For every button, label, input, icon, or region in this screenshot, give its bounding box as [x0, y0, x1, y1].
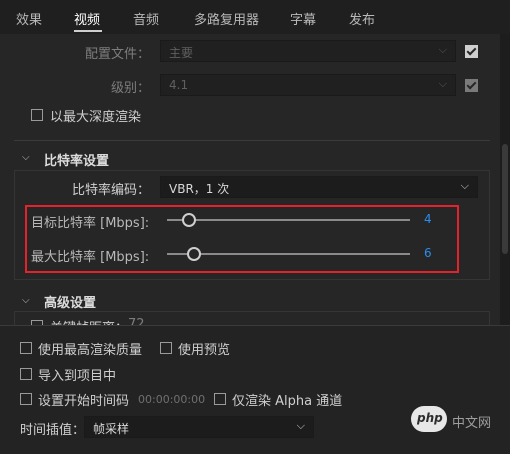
profile-label: 配置文件： [84, 47, 150, 62]
max-render-quality-checkbox[interactable] [20, 342, 32, 354]
tab-video[interactable]: 视频 [74, 9, 100, 28]
level-value: 4.1 [169, 78, 189, 92]
time-interpolation-select[interactable]: 帧采样 ⌵ [84, 416, 314, 438]
use-preview-checkbox[interactable] [160, 342, 172, 354]
active-tab-indicator [74, 30, 102, 32]
time-interpolation-value: 帧采样 [93, 422, 130, 436]
import-project-label: 导入到项目中 [38, 369, 117, 384]
tab-publish[interactable]: 发布 [349, 9, 375, 28]
time-interpolation-label: 时间插值： [20, 423, 86, 438]
bitrate-encoding-select[interactable]: VBR，1 次 ⌵ [160, 176, 478, 198]
render-alpha-checkbox[interactable] [214, 393, 226, 405]
video-settings-panel: 配置文件： 主要 ⌵ 级别： 4.1 ⌵ 以最大深度渲染 ⌵ 比特率设置 比特率… [0, 34, 510, 325]
highlight-box [25, 205, 459, 273]
level-label: 级别： [110, 81, 150, 96]
max-depth-label: 以最大深度渲染 [50, 110, 142, 125]
import-project-checkbox[interactable] [20, 368, 32, 380]
start-timecode-label: 设置开始时间码 [38, 394, 130, 409]
chevron-down-icon: ⌵ [438, 43, 447, 56]
timecode-field[interactable]: 00:00:00:00 [138, 393, 205, 406]
tab-bar: 效果 视频 音频 多路复用器 字幕 发布 [0, 0, 510, 34]
export-options: 使用最高渲染质量 使用预览 导入到项目中 设置开始时间码 00:00:00:00… [0, 325, 510, 454]
watermark-text: 中文网 [452, 416, 492, 431]
max-depth-checkbox[interactable] [31, 109, 43, 121]
tab-multiplexer[interactable]: 多路复用器 [194, 9, 259, 28]
chevron-down-icon: ⌵ [296, 419, 305, 432]
profile-value: 主要 [169, 46, 194, 60]
use-preview-label: 使用预览 [178, 343, 231, 358]
scrollbar-thumb[interactable] [502, 144, 508, 254]
bitrate-encoding-label: 比特率编码： [71, 183, 150, 198]
collapse-chevron-icon[interactable]: ⌵ [22, 295, 30, 306]
max-render-quality-label: 使用最高渲染质量 [38, 343, 143, 358]
start-timecode-checkbox[interactable] [20, 393, 32, 405]
collapse-chevron-icon[interactable]: ⌵ [22, 152, 30, 163]
tab-captions[interactable]: 字幕 [290, 9, 316, 28]
bitrate-section-title: 比特率设置 [44, 154, 110, 169]
tab-audio[interactable]: 音频 [133, 9, 159, 28]
level-select: 4.1 ⌵ [160, 74, 456, 96]
bitrate-encoding-value: VBR，1 次 [169, 182, 230, 196]
level-checkbox [465, 79, 478, 92]
profile-checkbox[interactable] [465, 45, 478, 58]
chevron-down-icon: ⌵ [438, 77, 447, 90]
vertical-scrollbar[interactable] [500, 34, 510, 325]
keyframe-distance-label: 关键帧距离： [50, 317, 128, 325]
advanced-section-title: 高级设置 [44, 296, 97, 311]
profile-select: 主要 ⌵ [160, 40, 456, 62]
divider [14, 140, 490, 141]
chevron-down-icon: ⌵ [460, 179, 469, 192]
tab-effects[interactable]: 效果 [16, 9, 42, 28]
php-logo-text: php [417, 411, 443, 425]
keyframe-distance-value[interactable]: 72 [128, 317, 145, 325]
render-alpha-label: 仅渲染 Alpha 通道 [232, 394, 343, 409]
